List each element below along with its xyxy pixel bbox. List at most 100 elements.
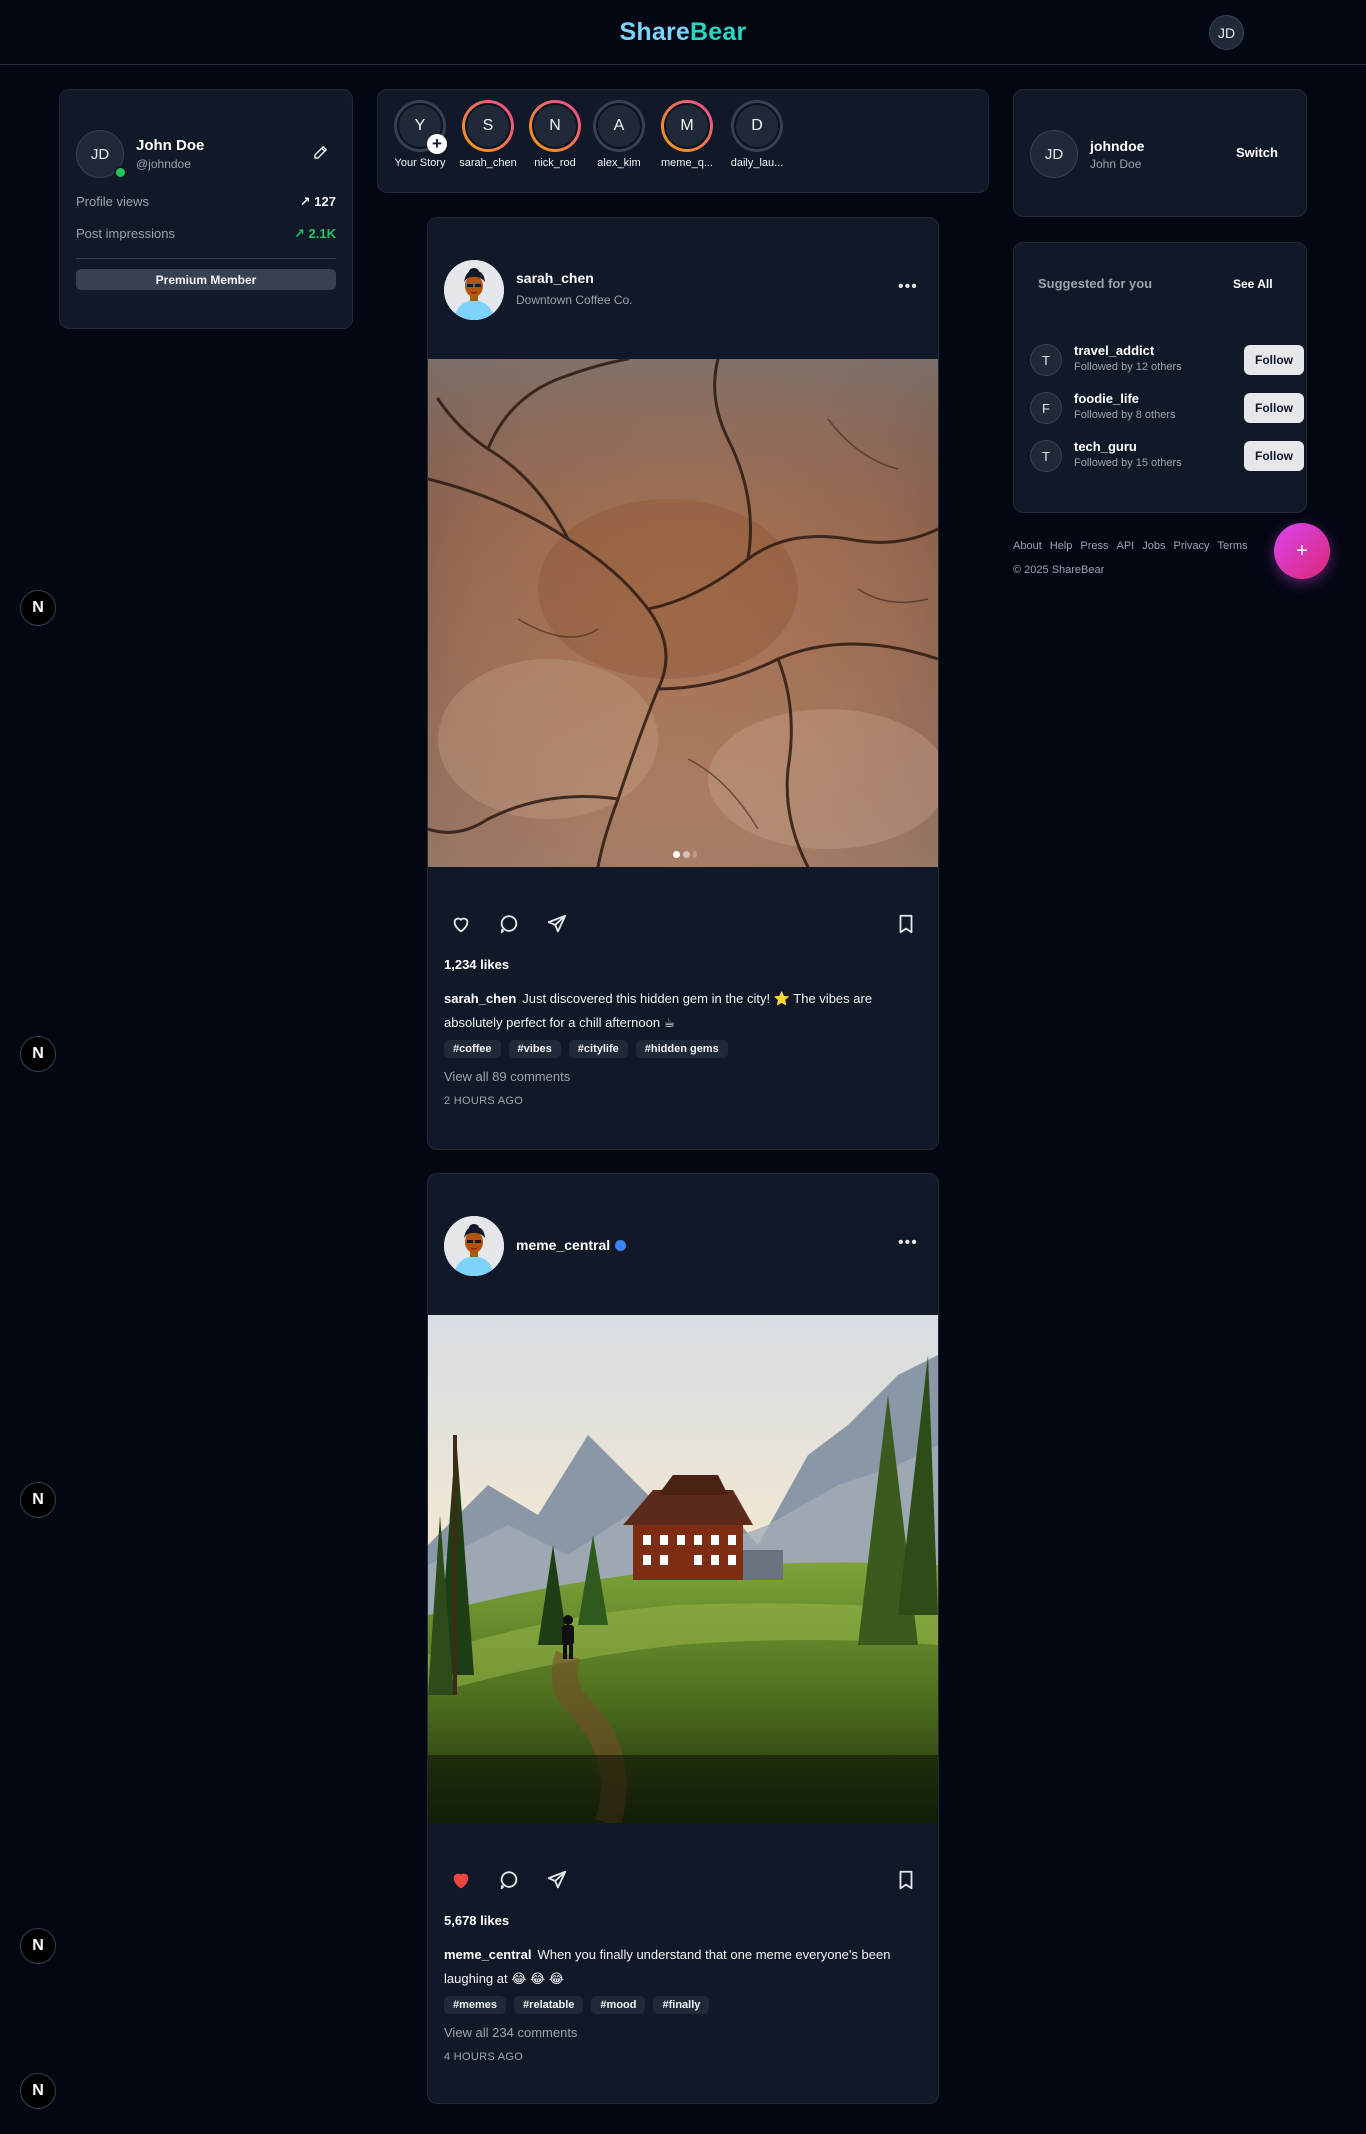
follow-button[interactable]: Follow — [1244, 393, 1304, 423]
suggestion-avatar[interactable]: T — [1030, 344, 1062, 376]
like-count[interactable]: 5,678 likes — [444, 1913, 509, 1928]
story-avatar: M — [664, 103, 710, 149]
post-image[interactable] — [428, 359, 938, 867]
share-icon[interactable] — [546, 913, 568, 935]
edit-profile-icon[interactable] — [312, 143, 330, 161]
liked-heart-icon[interactable] — [450, 1869, 472, 1891]
dev-tools-badge[interactable]: N — [20, 1928, 56, 1964]
suggestion-avatar[interactable]: T — [1030, 440, 1062, 472]
follow-button[interactable]: Follow — [1244, 441, 1304, 471]
post-card: meme_central ••• 5,678 likes meme_centra… — [427, 1173, 939, 2104]
caption-username[interactable]: meme_central — [444, 1947, 531, 1962]
hashtag[interactable]: #vibes — [508, 1040, 561, 1058]
see-all-link[interactable]: See All — [1233, 277, 1273, 291]
trend-up-icon: ↗ — [299, 194, 311, 209]
suggestions-title: Suggested for you — [1038, 276, 1153, 291]
hashtag[interactable]: #hidden gems — [635, 1040, 728, 1058]
dev-tools-badge[interactable]: N — [20, 1036, 56, 1072]
post-image[interactable] — [428, 1315, 938, 1823]
create-post-button[interactable]: + — [1274, 523, 1330, 579]
suggestion-username[interactable]: travel_addict — [1074, 343, 1154, 358]
caption-username[interactable]: sarah_chen — [444, 991, 516, 1006]
suggestion-subtext: Followed by 15 others — [1074, 457, 1182, 469]
carousel-dot[interactable] — [673, 851, 680, 858]
view-comments-link[interactable]: View all 234 comments — [444, 2025, 577, 2040]
hashtag[interactable]: #mood — [591, 1996, 646, 2014]
dev-tools-badge[interactable]: N — [20, 590, 56, 626]
stat-label: Profile views — [76, 194, 149, 209]
like-count[interactable]: 1,234 likes — [444, 957, 509, 972]
suggestion-subtext: Followed by 8 others — [1074, 409, 1176, 421]
post-card: sarah_chen Downtown Coffee Co. ••• 1,234… — [427, 217, 939, 1150]
suggestion-subtext: Followed by 12 others — [1074, 361, 1182, 373]
dev-tools-badge[interactable]: N — [20, 1482, 56, 1518]
footer-link-about[interactable]: About — [1013, 540, 1042, 552]
verified-badge-icon — [615, 1240, 627, 1251]
post-location[interactable]: Downtown Coffee Co. — [516, 293, 633, 307]
story-meme-central[interactable]: M meme_q... — [657, 100, 717, 169]
carousel-indicator[interactable] — [673, 851, 697, 858]
story-sarah-chen[interactable]: S sarah_chen — [458, 100, 518, 169]
footer-link-privacy[interactable]: Privacy — [1173, 540, 1209, 552]
story-nick-rod[interactable]: N nick_rod — [525, 100, 585, 169]
copyright-text: © 2025 ShareBear — [1013, 564, 1105, 576]
hashtag[interactable]: #relatable — [514, 1996, 584, 2014]
hashtag[interactable]: #memes — [444, 1996, 507, 2014]
hashtag-list: #coffee #vibes #citylife #hidden gems — [444, 1040, 728, 1058]
story-label: alex_kim — [597, 157, 641, 169]
story-daily-laughs[interactable]: D daily_lau... — [727, 100, 787, 169]
bookmark-icon[interactable] — [895, 1869, 917, 1891]
hashtag-list: #memes #relatable #mood #finally — [444, 1996, 710, 2014]
hashtag[interactable]: #citylife — [568, 1040, 628, 1058]
account-username[interactable]: johndoe — [1090, 138, 1144, 154]
story-label: meme_q... — [661, 157, 713, 169]
carousel-dot[interactable] — [683, 851, 690, 858]
profile-card: JD John Doe @johndoe Profile views ↗ 127… — [59, 89, 353, 329]
stat-profile-views: Profile views ↗ 127 — [76, 194, 336, 209]
post-author-username[interactable]: sarah_chen — [516, 270, 594, 286]
suggestion-username[interactable]: tech_guru — [1074, 439, 1137, 454]
add-story-icon[interactable]: + — [427, 134, 447, 154]
user-avatar-button[interactable]: JD — [1209, 15, 1244, 50]
account-avatar[interactable]: JD — [1030, 130, 1078, 178]
footer-link-jobs[interactable]: Jobs — [1142, 540, 1165, 552]
suggestion-item: T travel_addict Followed by 12 others Fo… — [1030, 340, 1304, 380]
story-alex-kim[interactable]: A alex_kim — [589, 100, 649, 169]
post-author-avatar[interactable] — [444, 1216, 504, 1276]
comment-icon[interactable] — [498, 913, 520, 935]
more-options-icon[interactable]: ••• — [898, 278, 918, 296]
trend-up-icon: ↗ — [294, 226, 305, 241]
stat-value: ↗ 127 — [299, 194, 336, 209]
post-timestamp: 2 HOURS AGO — [444, 1095, 524, 1107]
suggestions-card: Suggested for you See All T travel_addic… — [1013, 242, 1307, 513]
like-icon[interactable] — [450, 913, 472, 935]
hashtag[interactable]: #finally — [653, 1996, 710, 2014]
dev-tools-badge[interactable]: N — [20, 2073, 56, 2109]
footer-link-api[interactable]: API — [1117, 540, 1135, 552]
story-your-story[interactable]: Y + Your Story — [390, 100, 450, 169]
footer-link-press[interactable]: Press — [1080, 540, 1108, 552]
carousel-dot[interactable] — [693, 851, 697, 858]
divider — [76, 258, 336, 259]
footer-links: About Help Press API Jobs Privacy Terms — [1013, 540, 1248, 552]
follow-button[interactable]: Follow — [1244, 345, 1304, 375]
share-icon[interactable] — [546, 1869, 568, 1891]
footer-link-help[interactable]: Help — [1050, 540, 1073, 552]
bookmark-icon[interactable] — [895, 913, 917, 935]
hashtag[interactable]: #coffee — [444, 1040, 501, 1058]
app-logo[interactable]: ShareBear — [0, 18, 1366, 47]
profile-handle: @johndoe — [136, 157, 191, 171]
comment-icon[interactable] — [498, 1869, 520, 1891]
more-options-icon[interactable]: ••• — [898, 1234, 918, 1252]
post-author-avatar[interactable] — [444, 260, 504, 320]
suggestion-avatar[interactable]: F — [1030, 392, 1062, 424]
post-author-username[interactable]: meme_central — [516, 1237, 627, 1253]
view-comments-link[interactable]: View all 89 comments — [444, 1069, 570, 1084]
footer-link-terms[interactable]: Terms — [1218, 540, 1248, 552]
story-label: Your Story — [394, 157, 446, 169]
logo-text-part2: Bear — [690, 18, 747, 46]
suggestion-username[interactable]: foodie_life — [1074, 391, 1139, 406]
story-label: nick_rod — [534, 157, 576, 169]
story-label: sarah_chen — [459, 157, 517, 169]
switch-account-button[interactable]: Switch — [1236, 145, 1278, 160]
